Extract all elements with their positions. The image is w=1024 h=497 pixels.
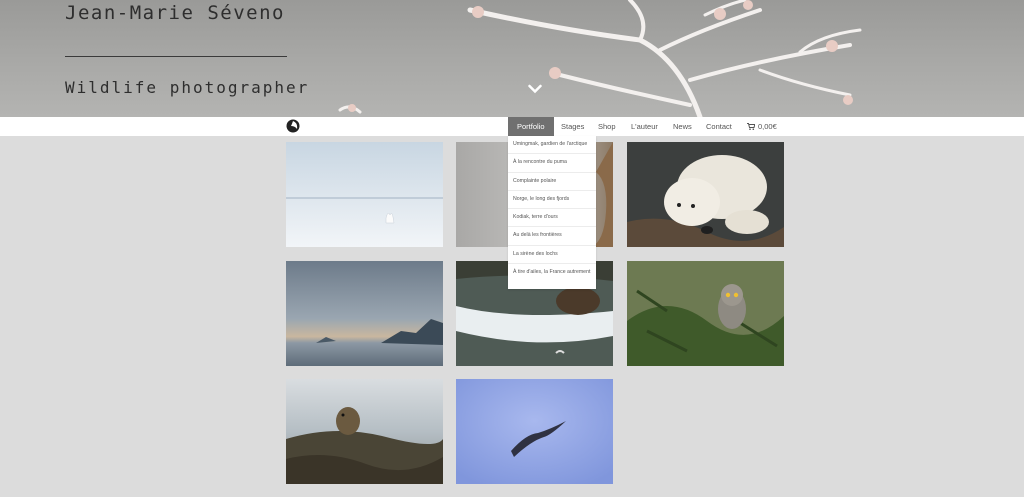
nav-lauteur[interactable]: L'auteur <box>622 117 667 136</box>
dropdown-item-tire-dailes[interactable]: À tire d'ailes, la France autrement <box>508 264 596 286</box>
site-logo-icon[interactable] <box>286 119 300 133</box>
nav-news[interactable]: News <box>664 117 701 136</box>
dropdown-item-kodiak[interactable]: Kodiak, terre d'ours <box>508 209 596 228</box>
nav-shop[interactable]: Shop <box>589 117 625 136</box>
dropdown-item-norge[interactable]: Norge, le long des fjords <box>508 191 596 210</box>
dropdown-item-puma[interactable]: À la rencontre du puma <box>508 154 596 173</box>
main-navigation: Portfolio Stages Shop L'auteur News Cont… <box>0 117 1024 136</box>
cart-total: 0,00€ <box>758 122 777 131</box>
portfolio-dropdown-menu: Umingmak, gardien de l'arctique À la ren… <box>508 136 596 289</box>
hero-banner: Jean-Marie Séveno Wildlife photographer <box>0 0 1024 117</box>
nav-portfolio[interactable]: Portfolio <box>508 117 554 136</box>
gallery-photo-polar-bear[interactable] <box>627 142 784 247</box>
site-title: Jean-Marie Séveno <box>65 2 285 24</box>
cart-icon <box>747 123 755 130</box>
nav-cart[interactable]: 0,00€ <box>738 117 786 136</box>
nav-stages[interactable]: Stages <box>552 117 593 136</box>
chevron-down-icon[interactable] <box>528 84 542 94</box>
gallery-photo-arctic-fox[interactable] <box>286 142 443 247</box>
site-subtitle: Wildlife photographer <box>65 78 310 97</box>
gallery-photo-owl[interactable] <box>627 261 784 366</box>
dropdown-item-frontieres[interactable]: Au delà les frontières <box>508 227 596 246</box>
dropdown-item-complainte[interactable]: Complainte polaire <box>508 173 596 191</box>
nav-contact[interactable]: Contact <box>697 117 741 136</box>
title-divider <box>65 56 287 57</box>
gallery-photo-otter[interactable] <box>286 379 443 484</box>
dropdown-item-umingmak[interactable]: Umingmak, gardien de l'arctique <box>508 136 596 155</box>
gallery-photo-fjord[interactable] <box>286 261 443 366</box>
gallery-photo-bird-flight[interactable] <box>456 379 613 484</box>
dropdown-item-sirene[interactable]: La sirène des lochs <box>508 246 596 265</box>
